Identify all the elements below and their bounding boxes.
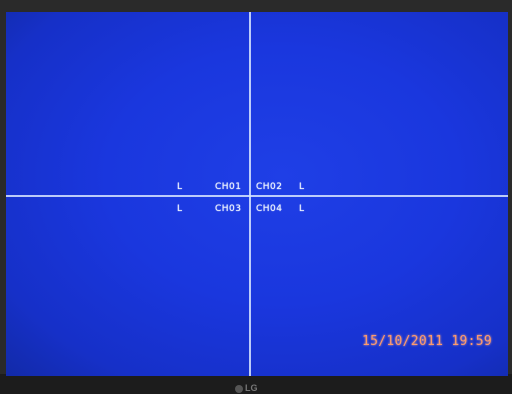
channel-4-status-flag: L xyxy=(299,204,305,214)
channel-1-status-flag: L xyxy=(177,182,183,192)
datetime-overlay: 15/10/2011 19:59 xyxy=(362,334,493,349)
channel-1-label[interactable]: CH01 xyxy=(215,182,242,192)
quad-divider-horizontal xyxy=(6,195,508,197)
monitor-frame: L CH01 CH02 L L CH03 CH04 L 15/10/2011 1… xyxy=(0,0,512,394)
channel-3-status-flag: L xyxy=(177,204,183,214)
channel-3-label[interactable]: CH03 xyxy=(215,204,242,214)
monitor-brand-text: LG xyxy=(245,383,258,393)
quad-divider-vertical xyxy=(249,12,251,376)
monitor-brand-logo: LG xyxy=(235,383,275,393)
dvr-quad-view-screen[interactable]: L CH01 CH02 L L CH03 CH04 L 15/10/2011 1… xyxy=(6,12,508,376)
channel-2-label[interactable]: CH02 xyxy=(256,182,283,192)
channel-4-label[interactable]: CH04 xyxy=(256,204,283,214)
lg-logo-icon xyxy=(235,384,243,393)
channel-2-status-flag: L xyxy=(299,182,305,192)
